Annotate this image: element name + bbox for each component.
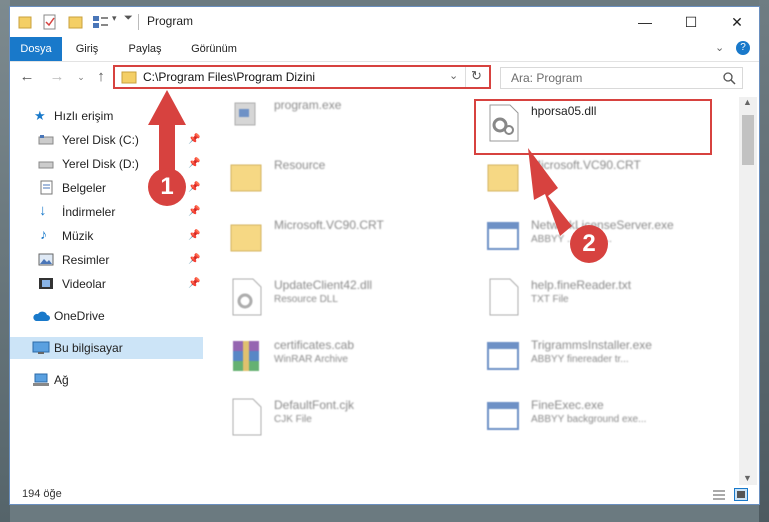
annotation-arrows: [148, 90, 572, 236]
annotation-badge-2: 2: [570, 225, 608, 263]
arrow-1-icon: [148, 90, 186, 180]
annotation-badge-1: 1: [148, 168, 186, 206]
arrow-2-icon: [528, 148, 572, 236]
